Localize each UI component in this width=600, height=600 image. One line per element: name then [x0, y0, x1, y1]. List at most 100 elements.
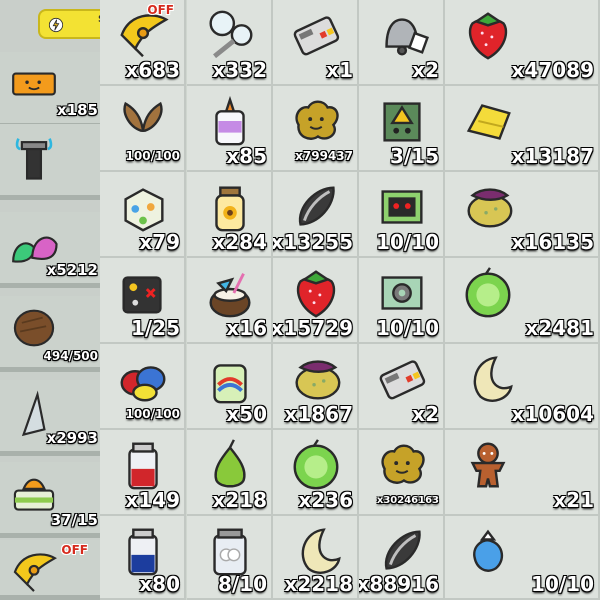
robot-card-icon	[373, 178, 431, 236]
melon-icon	[459, 264, 517, 322]
inventory-slot[interactable]: x2481	[445, 258, 600, 344]
inventory-slot[interactable]: x1867	[273, 344, 359, 430]
berries-icon	[114, 350, 172, 408]
sprinkler-icon	[8, 130, 60, 182]
item-count: x13187	[511, 144, 594, 168]
inventory-slot[interactable]: x13255	[273, 172, 359, 258]
item-count: x13255	[273, 230, 353, 254]
inventory-slot[interactable]: x218	[187, 430, 273, 516]
inventory-slot[interactable]: 100/100	[100, 86, 186, 172]
item-count: x1	[326, 58, 353, 82]
item-count: x2	[412, 402, 439, 426]
inventory-slot[interactable]: x85	[187, 86, 273, 172]
juice-jar-icon	[201, 350, 259, 408]
inventory-slot[interactable]: x88916	[359, 516, 445, 600]
sidebar-item[interactable]: 37/15	[0, 462, 100, 538]
item-count: x80	[139, 572, 180, 596]
inventory-slot[interactable]: 3/15	[359, 86, 445, 172]
inventory-slot[interactable]: x15729	[273, 258, 359, 344]
item-count: x1867	[284, 402, 353, 426]
sidebar-item-count: 494/500	[43, 349, 98, 363]
off-badge: OFF	[61, 543, 88, 557]
inventory-slot[interactable]: x16	[187, 258, 273, 344]
melon-icon	[287, 436, 345, 494]
sidebar-item-count: x185	[57, 101, 98, 119]
inventory-slot[interactable]: x80	[100, 516, 186, 600]
off-badge: OFF	[147, 3, 174, 17]
strawberry-icon	[287, 264, 345, 322]
coconut-icon	[8, 302, 60, 354]
inventory-slot[interactable]: 10/10	[445, 516, 600, 600]
sidebar-item[interactable]: 494/500	[0, 296, 100, 372]
item-count: x30246163	[376, 495, 439, 506]
inventory-slot[interactable]: x21	[445, 430, 600, 516]
item-count: x2	[412, 58, 439, 82]
item-count: x85	[226, 144, 267, 168]
item-count: x683	[125, 58, 180, 82]
top-pill[interactable]: S	[38, 9, 100, 39]
item-count: 10/10	[376, 230, 439, 254]
bell-icon	[373, 6, 431, 64]
item-count: x21	[553, 488, 594, 512]
ticket-icon	[8, 58, 60, 110]
inventory-slot[interactable]: 100/100	[100, 344, 186, 430]
item-count: 1/25	[130, 316, 180, 340]
inventory-slot[interactable]: 8/10	[187, 516, 273, 600]
strawberry-icon	[459, 6, 517, 64]
inventory-slot[interactable]: 1/25	[100, 258, 186, 344]
sidebar-item-count: x2993	[46, 429, 98, 447]
item-count: x88916	[359, 572, 439, 596]
sunflower-jar-icon	[201, 178, 259, 236]
gear-card-icon	[373, 264, 431, 322]
sidebar-item-count: 37/15	[50, 511, 98, 529]
inventory-slot[interactable]: x16135	[445, 172, 600, 258]
inventory-screen: S x185 x5212 494/500 x2993 37/15 OFF OFF x683 x…	[0, 0, 600, 600]
remote-control-icon	[287, 6, 345, 64]
inventory-slot[interactable]: x799437	[273, 86, 359, 172]
sidebar-item[interactable]: x2993	[0, 380, 100, 456]
item-count: x79	[139, 230, 180, 254]
inventory-slot[interactable]: x284	[187, 172, 273, 258]
item-count: 100/100	[125, 149, 180, 163]
inventory-slot[interactable]: x2	[359, 344, 445, 430]
warning-box-icon	[373, 92, 431, 150]
inventory-slot[interactable]: x50	[187, 344, 273, 430]
inventory-slot[interactable]: x2218	[273, 516, 359, 600]
sidebar-item[interactable]: OFF	[0, 540, 100, 600]
sidebar-item[interactable]: x5212	[0, 212, 100, 288]
inventory-slot[interactable]: x149	[100, 430, 186, 516]
inventory-slot[interactable]: x10604	[445, 344, 600, 430]
moon-melon-icon	[459, 178, 517, 236]
inventory-slot[interactable]: x1	[273, 0, 359, 86]
item-count: 100/100	[125, 407, 180, 421]
sidebar-item[interactable]	[0, 124, 100, 200]
sidebar: S x185 x5212 494/500 x2993 37/15 OFF	[0, 0, 100, 600]
pear-icon	[201, 436, 259, 494]
inventory-slot[interactable]: x30246163	[359, 430, 445, 516]
item-count: x50	[226, 402, 267, 426]
item-count: x236	[298, 488, 353, 512]
moon-icon	[459, 350, 517, 408]
item-count: x15729	[273, 316, 353, 340]
item-count: x16135	[511, 230, 594, 254]
item-count: x16	[226, 316, 267, 340]
inventory-slot[interactable]: x79	[100, 172, 186, 258]
item-count: 3/15	[389, 144, 439, 168]
moon-melon-icon	[287, 350, 345, 408]
inventory-slot[interactable]: x13187	[445, 86, 600, 172]
inventory-slot[interactable]: x332	[187, 0, 273, 86]
inventory-slot[interactable]: x47089	[445, 0, 600, 86]
item-count: x149	[125, 488, 180, 512]
inventory-slot[interactable]: x2	[359, 0, 445, 86]
inventory-slot[interactable]: x236	[273, 430, 359, 516]
item-count: x332	[212, 58, 267, 82]
inventory-slot[interactable]: 10/10	[359, 258, 445, 344]
item-count: x2481	[525, 316, 594, 340]
red-jar-icon	[114, 436, 172, 494]
pineapple-icon	[459, 92, 517, 150]
inventory-slot[interactable]: 10/10	[359, 172, 445, 258]
item-count: x10604	[511, 402, 594, 426]
sidebar-item[interactable]: x185	[0, 52, 100, 128]
inventory-slot[interactable]: OFF x683	[100, 0, 186, 86]
lightning-coin-icon	[46, 15, 66, 35]
